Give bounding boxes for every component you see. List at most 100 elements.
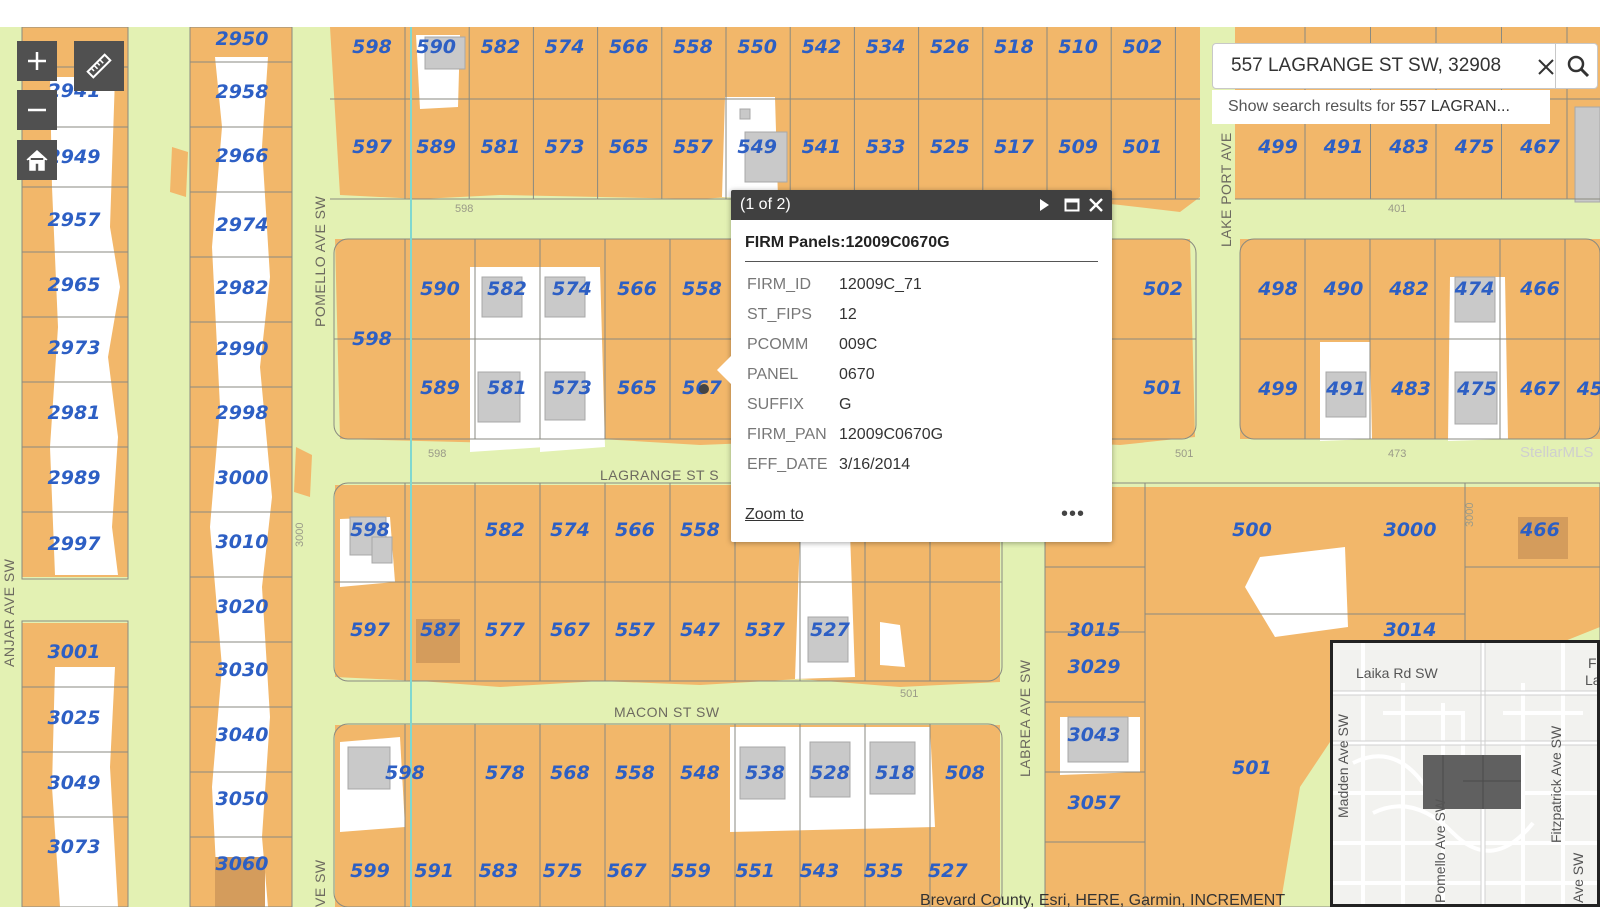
parcel-number: 534 bbox=[866, 36, 906, 58]
parcel-number: 590 bbox=[420, 278, 460, 300]
parcel-number: 581 bbox=[487, 377, 527, 399]
parcel-number: 2957 bbox=[48, 209, 102, 231]
ruler-icon bbox=[86, 53, 112, 79]
parcel-number: 565 bbox=[609, 136, 649, 158]
parcel-number: 573 bbox=[545, 136, 585, 158]
parcel-number: 466 bbox=[1519, 519, 1560, 541]
attribute-row: SUFFIX G bbox=[747, 390, 943, 420]
parcel-number: 2965 bbox=[48, 274, 101, 296]
small-lot-number: 598 bbox=[455, 203, 473, 215]
parcel-number: 3020 bbox=[216, 596, 269, 618]
measure-button[interactable] bbox=[74, 41, 124, 91]
parcel-number: 2982 bbox=[216, 277, 269, 299]
attribute-key: EFF_DATE bbox=[747, 456, 828, 473]
attribute-key: PANEL bbox=[747, 366, 799, 383]
parcel-number: 538 bbox=[745, 762, 785, 784]
parcel-number: 500 bbox=[1232, 519, 1272, 541]
map-attribution: Brevard County, Esri, HERE, Garmin, INCR… bbox=[920, 892, 1286, 909]
attribute-key: FIRM_ID bbox=[747, 276, 811, 293]
search-suggestion[interactable]: Show search results for 557 LAGRAN... bbox=[1212, 90, 1550, 124]
attribute-row: FIRM_ID 12009C_71 bbox=[747, 270, 943, 300]
parcel-number: 2973 bbox=[48, 337, 101, 359]
parcel-number: 575 bbox=[543, 860, 583, 882]
watermark: StellarMLS bbox=[1520, 444, 1593, 461]
maximize-button[interactable] bbox=[1062, 195, 1082, 215]
parcel-number: 2966 bbox=[216, 145, 269, 167]
street-label-labrea: LABREA AVE SW bbox=[1017, 659, 1033, 777]
attribute-table: FIRM_ID 12009C_71 ST_FIPS 12 PCOMM 009C PANEL 0… bbox=[747, 270, 943, 480]
info-popup: (1 of 2) FIRM Panels:12009C0670G FIRM_ID… bbox=[717, 190, 1112, 542]
parcel-number: 583 bbox=[479, 860, 519, 882]
parcel-number: 2958 bbox=[216, 81, 269, 103]
parcel-number: 45 bbox=[1576, 378, 1600, 400]
parcel-number: 547 bbox=[680, 619, 720, 641]
parcel-number: 537 bbox=[745, 619, 785, 641]
attribute-row: PANEL 0670 bbox=[747, 360, 943, 390]
zoom-out-button[interactable] bbox=[17, 90, 57, 130]
parcel-number: 2989 bbox=[48, 467, 101, 489]
attribute-value: G bbox=[839, 396, 852, 413]
parcel-number: 517 bbox=[994, 136, 1034, 158]
attribute-value: 3/16/2014 bbox=[839, 456, 911, 473]
parcel-number: 582 bbox=[481, 36, 521, 58]
play-icon bbox=[1040, 199, 1049, 211]
overview-road-label: Laika Rd SW bbox=[1356, 665, 1438, 681]
popup-close-button[interactable] bbox=[1086, 195, 1106, 215]
more-actions-button[interactable]: ••• bbox=[1061, 504, 1085, 524]
parcel-number: 518 bbox=[994, 36, 1034, 58]
parcel-number: 3029 bbox=[1068, 656, 1121, 678]
parcel-number: 582 bbox=[487, 278, 527, 300]
parcel-number: 587 bbox=[420, 619, 460, 641]
parcel-number: 589 bbox=[420, 377, 460, 399]
overview-map[interactable]: Laika Rd SW Madden Ave SW Pomello Ave SW… bbox=[1330, 640, 1600, 907]
small-lot-number: 501 bbox=[900, 688, 918, 700]
parcel-number: 567 bbox=[607, 860, 647, 882]
parcel-number: 3073 bbox=[48, 836, 101, 858]
suggestion-term: 557 LAGRAN... bbox=[1399, 98, 1510, 115]
attribute-value: 12009C_71 bbox=[839, 276, 922, 293]
parcel-number: 550 bbox=[737, 36, 777, 58]
parcel-number: 558 bbox=[673, 36, 713, 58]
overview-map-layer: Laika Rd SW Madden Ave SW Pomello Ave SW… bbox=[1333, 643, 1597, 904]
search-input[interactable] bbox=[1223, 44, 1531, 88]
parcel-number: 2981 bbox=[48, 402, 101, 424]
attribute-value: 12009C0670G bbox=[839, 426, 944, 443]
parcel-number: 591 bbox=[414, 860, 454, 882]
zoom-in-button[interactable] bbox=[17, 41, 57, 81]
parcel-number: 2998 bbox=[216, 402, 269, 424]
attribute-row: PCOMM 009C bbox=[747, 330, 943, 360]
search-button[interactable] bbox=[1555, 44, 1600, 88]
maximize-icon bbox=[1064, 198, 1080, 212]
parcel-number: 574 bbox=[552, 278, 592, 300]
parcel-number: 467 bbox=[1519, 378, 1560, 400]
parcel-number: 499 bbox=[1257, 378, 1298, 400]
small-lot-number: 401 bbox=[1388, 203, 1406, 215]
parcel-number: 559 bbox=[671, 860, 711, 882]
overview-road-label: Pomello Ave SW bbox=[1432, 798, 1448, 903]
parcel-number: 525 bbox=[930, 136, 970, 158]
parcel-number: 3049 bbox=[48, 772, 101, 794]
popup-title: FIRM Panels:12009C0670G bbox=[745, 234, 1098, 262]
parcel-number: 527 bbox=[928, 860, 968, 882]
street-label-ave-sw: VE SW bbox=[312, 859, 328, 907]
parcel-number: 598 bbox=[350, 519, 390, 541]
street-label-pomello: POMELLO AVE SW bbox=[312, 195, 328, 327]
parcel-number: 3025 bbox=[48, 707, 101, 729]
parcel-number: 528 bbox=[810, 762, 850, 784]
small-lot-number: 598 bbox=[428, 448, 446, 460]
minus-icon bbox=[28, 108, 46, 112]
small-lot-number: 3000 bbox=[294, 523, 306, 547]
parcel-number: 551 bbox=[735, 860, 775, 882]
attribute-row: ST_FIPS 12 bbox=[747, 300, 943, 330]
parcel-number: 2950 bbox=[216, 28, 269, 50]
next-feature-button[interactable] bbox=[1034, 195, 1054, 215]
parcel-number: 501 bbox=[1232, 757, 1272, 779]
parcel-number: 549 bbox=[737, 136, 777, 158]
home-button[interactable] bbox=[17, 140, 57, 180]
zoom-to-link[interactable]: Zoom to bbox=[745, 506, 804, 524]
parcel-number: 3000 bbox=[1384, 519, 1437, 541]
parcel-number: 582 bbox=[485, 519, 525, 541]
parcel-number: 3015 bbox=[1068, 619, 1121, 641]
parcel-number: 518 bbox=[875, 762, 915, 784]
parcel-number: 599 bbox=[350, 860, 390, 882]
